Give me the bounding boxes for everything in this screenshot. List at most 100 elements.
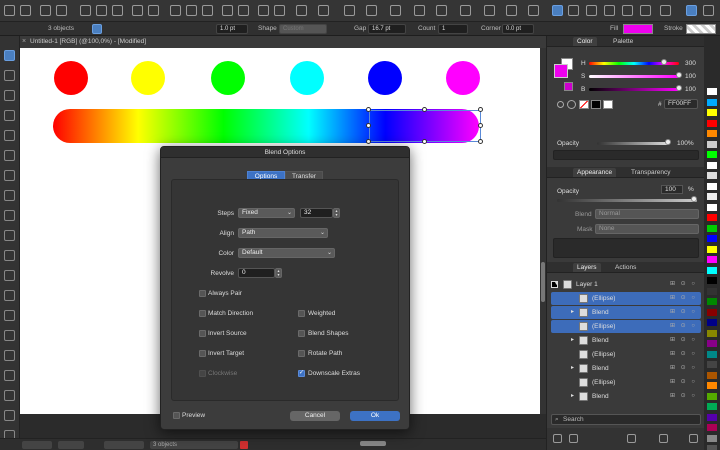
invert-target-checkbox[interactable] <box>199 350 206 357</box>
envelope-icon[interactable] <box>460 5 471 16</box>
selection-handle[interactable] <box>422 139 427 144</box>
color-swatch[interactable] <box>707 382 717 389</box>
color-swatch[interactable] <box>707 214 717 221</box>
align-select[interactable]: Path ⌄ <box>238 228 328 238</box>
revolve-stepper[interactable]: ▴ ▾ <box>275 268 282 278</box>
green-ellipse[interactable] <box>211 61 245 95</box>
gradient-tool-icon[interactable] <box>4 310 15 321</box>
appearance-opacity-knob[interactable] <box>691 196 697 202</box>
steps-mode-select[interactable]: Fixed ⌄ <box>238 208 295 218</box>
magenta-ellipse[interactable] <box>446 61 480 95</box>
color-swatch[interactable] <box>707 119 717 127</box>
blend-shapes-checkbox[interactable] <box>298 330 305 337</box>
expand-toggle-icon[interactable]: ▸ <box>571 334 574 347</box>
hand-tool-icon[interactable] <box>4 390 15 401</box>
rectangle-tool-icon[interactable] <box>4 190 15 201</box>
color-swatch[interactable] <box>707 424 717 431</box>
star-tool-icon[interactable] <box>4 250 15 261</box>
selection-handle[interactable] <box>366 139 371 144</box>
revolve-field[interactable]: 0 <box>238 268 275 278</box>
hex-field[interactable]: FF00FF <box>664 99 698 109</box>
blue-ellipse[interactable] <box>368 61 402 95</box>
warning-badge[interactable] <box>240 441 248 449</box>
polygon-tool-icon[interactable] <box>4 230 15 241</box>
count-field[interactable]: 1 <box>438 24 468 34</box>
expand-toggle-icon[interactable]: ▾ <box>555 278 558 291</box>
text-on-path-icon[interactable] <box>484 5 495 16</box>
zoom-field[interactable] <box>22 441 52 449</box>
blend-icon[interactable] <box>436 5 447 16</box>
layer-visibility-icon[interactable]: ⊞ ⊙ ○ <box>670 390 697 403</box>
appearance-opacity-slider[interactable] <box>557 199 697 202</box>
clockwise-checkbox[interactable] <box>199 370 206 377</box>
layer-visibility-icon[interactable]: ⊞ ⊙ ○ <box>670 292 697 305</box>
new-layer-icon[interactable] <box>553 434 562 443</box>
hue-slider-knob[interactable] <box>660 59 667 65</box>
layer-row[interactable]: ▸ Blend ⊞ ⊙ ○ <box>551 362 701 375</box>
mask-select[interactable]: None <box>595 224 699 234</box>
color-swatch[interactable] <box>707 130 717 137</box>
selection-handle[interactable] <box>478 107 483 112</box>
link-icon[interactable] <box>390 5 401 16</box>
color-swatch[interactable] <box>707 235 717 242</box>
expand-toggle-icon[interactable]: ▸ <box>571 362 574 375</box>
outline-mode-icon[interactable] <box>528 5 539 16</box>
gap-field[interactable]: 16.7 pt <box>368 24 406 34</box>
sidebar-toggle-icon[interactable] <box>686 5 697 16</box>
color-swatch[interactable] <box>707 287 717 295</box>
stroke-style-icon[interactable] <box>92 24 102 34</box>
color-swatch[interactable] <box>707 98 717 106</box>
grid-icon[interactable] <box>366 5 377 16</box>
redo-icon[interactable] <box>20 5 31 16</box>
vertical-scrollbar-thumb[interactable] <box>541 262 545 302</box>
layer-visibility-icon[interactable]: ⊞ ⊙ ○ <box>670 362 697 375</box>
color-history-swatch[interactable] <box>564 82 573 91</box>
arrange-front-icon[interactable] <box>222 5 233 16</box>
match-direction-checkbox[interactable] <box>199 310 206 317</box>
tab-appearance[interactable]: Appearance <box>573 168 617 177</box>
steps-stepper[interactable]: ▴ ▾ <box>333 208 340 218</box>
color-swatch[interactable] <box>707 203 717 211</box>
red-ellipse[interactable] <box>54 61 88 95</box>
color-swatch[interactable] <box>707 256 717 263</box>
duplicate-icon[interactable] <box>659 434 668 443</box>
color-swatch[interactable] <box>707 403 717 410</box>
zoom-icon[interactable] <box>660 5 671 16</box>
new-sublayer-icon[interactable] <box>569 434 578 443</box>
align-icon[interactable] <box>96 5 107 16</box>
distribute-icon[interactable] <box>112 5 123 16</box>
appearance-opacity-field[interactable]: 100 <box>661 185 683 194</box>
mask-icon[interactable] <box>414 5 425 16</box>
layer-visibility-icon[interactable]: ⊞ ⊙ ○ <box>670 306 697 319</box>
color-swatch[interactable] <box>707 161 717 169</box>
layer-row[interactable]: (Ellipse) ⊞ ⊙ ○ <box>551 292 701 305</box>
group-icon[interactable] <box>132 5 143 16</box>
saturation-slider[interactable] <box>589 75 679 78</box>
color-swatch[interactable] <box>707 445 717 450</box>
color-swatch[interactable] <box>707 350 717 358</box>
downscale-extras-checkbox[interactable] <box>298 369 305 377</box>
rotate-path-checkbox[interactable] <box>298 350 305 357</box>
layer-row[interactable]: ▸ Blend ⊞ ⊙ ○ <box>551 334 701 347</box>
horizontal-scrollbar-thumb[interactable] <box>360 441 386 446</box>
view-mode-icon[interactable] <box>552 5 563 16</box>
color-swatch[interactable] <box>707 266 717 274</box>
color-swatch[interactable] <box>707 361 717 368</box>
selection-handle[interactable] <box>366 107 371 112</box>
layer-row[interactable]: ▸ Blend ⊞ ⊙ ○ <box>551 390 701 403</box>
color-circle-icon[interactable] <box>567 100 576 109</box>
pixel-preview-icon[interactable] <box>568 5 579 16</box>
page-field[interactable] <box>104 441 144 449</box>
black-swatch[interactable] <box>591 100 601 109</box>
color-swatch[interactable] <box>707 277 717 284</box>
color-swatch[interactable] <box>707 245 717 253</box>
color-swatch[interactable] <box>707 151 717 158</box>
tab-layers[interactable]: Layers <box>573 263 601 272</box>
fill-tool-icon[interactable] <box>4 350 15 361</box>
tab-actions[interactable]: Actions <box>611 263 640 272</box>
color-swatch[interactable] <box>707 392 717 400</box>
cyan-ellipse[interactable] <box>290 61 324 95</box>
path-icon[interactable] <box>318 5 329 16</box>
color-swatch[interactable] <box>707 340 717 347</box>
stroke-swatch[interactable] <box>686 24 716 34</box>
